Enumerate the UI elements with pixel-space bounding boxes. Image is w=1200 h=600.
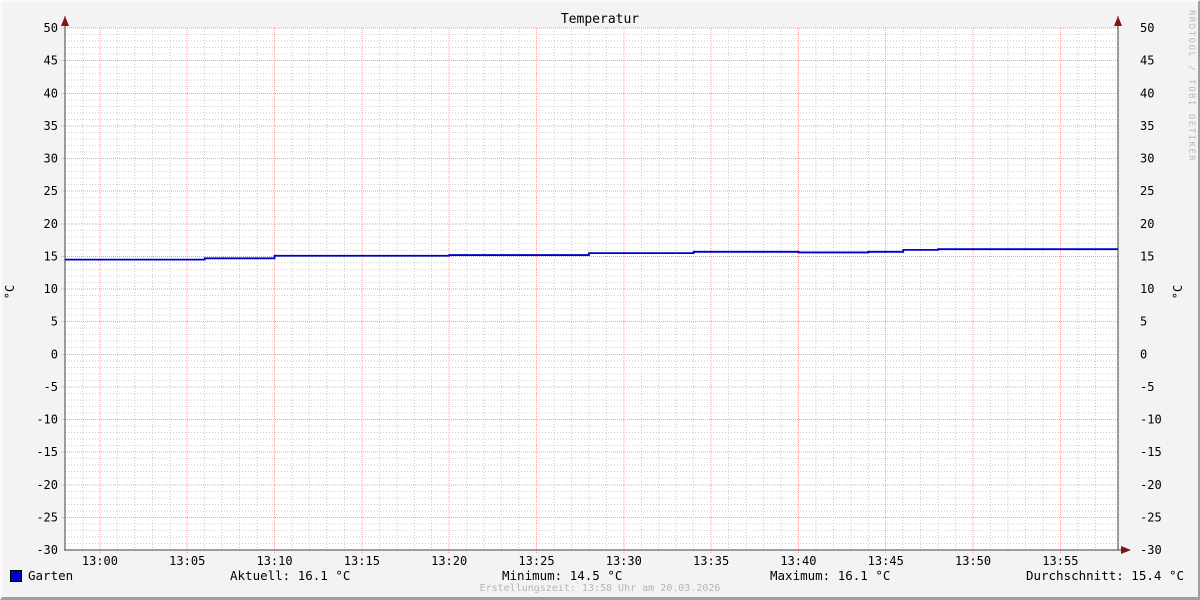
svg-text:-30: -30 [1140, 543, 1162, 557]
svg-text:20: 20 [1140, 217, 1154, 231]
svg-text:-5: -5 [1140, 380, 1154, 394]
svg-text:25: 25 [1140, 184, 1154, 198]
rrdtool-graph: -30 -30 -25 -25 -20 -20 -15 -15 -10 -10 -5 -5 0 0 5 5 10… [0, 0, 1200, 600]
svg-text:13:30: 13:30 [606, 554, 642, 568]
creation-timestamp: Erstellungszeit: 13:58 Uhr am 20.03.2026 [479, 583, 721, 594]
stat-maximum: Maximum: 16.1 °C [770, 568, 891, 583]
svg-text:15: 15 [1140, 249, 1154, 263]
legend-row: Garten Aktuell: 16.1 °C Minimum: 14.5 °C… [2, 568, 1198, 584]
svg-text:13:05: 13:05 [169, 554, 205, 568]
svg-text:-15: -15 [36, 445, 58, 459]
stat-durchschnitt: Durchschnitt: 15.4 °C [1025, 568, 1184, 583]
chart-title: Temperatur [560, 12, 640, 27]
svg-text:13:15: 13:15 [344, 554, 380, 568]
svg-text:40: 40 [1140, 86, 1154, 100]
svg-text:13:10: 13:10 [256, 554, 292, 568]
svg-text:45: 45 [1140, 54, 1154, 68]
svg-text:13:00: 13:00 [82, 554, 118, 568]
svg-text:45: 45 [44, 54, 58, 68]
svg-text:25: 25 [44, 184, 58, 198]
svg-text:13:40: 13:40 [780, 554, 816, 568]
svg-text:10: 10 [44, 282, 58, 296]
svg-text:30: 30 [1140, 152, 1154, 166]
svg-text:10: 10 [1140, 282, 1154, 296]
svg-text:13:55: 13:55 [1042, 554, 1078, 568]
svg-text:13:25: 13:25 [518, 554, 554, 568]
svg-text:20: 20 [44, 217, 58, 231]
svg-text:35: 35 [44, 119, 58, 133]
svg-text:-20: -20 [1140, 478, 1162, 492]
svg-text:30: 30 [44, 152, 58, 166]
svg-text:-10: -10 [1140, 413, 1162, 427]
y-axis-unit-left: °C [3, 284, 17, 300]
stat-aktuell: Aktuell: 16.1 °C [230, 568, 351, 583]
svg-text:35: 35 [1140, 119, 1154, 133]
svg-text:-25: -25 [1140, 510, 1162, 524]
series-color-swatch [10, 570, 22, 582]
svg-text:5: 5 [51, 315, 58, 329]
svg-text:5: 5 [1140, 315, 1147, 329]
svg-text:0: 0 [51, 347, 58, 361]
svg-text:0: 0 [1140, 347, 1147, 361]
svg-text:13:20: 13:20 [431, 554, 467, 568]
y-axis-unit-right: °C [1171, 284, 1185, 300]
svg-text:13:50: 13:50 [955, 554, 991, 568]
chart-plot: -30 -30 -25 -25 -20 -20 -15 -15 -10 -10 -5 -5 0 0 5 5 10… [36, 16, 1162, 568]
svg-text:15: 15 [44, 249, 58, 263]
svg-text:-15: -15 [1140, 445, 1162, 459]
svg-text:-10: -10 [36, 413, 58, 427]
svg-text:13:45: 13:45 [868, 554, 904, 568]
rrdtool-watermark: RRDTOOL / TOBI OETIKER [1186, 10, 1196, 163]
svg-text:-30: -30 [36, 543, 58, 557]
x-axis-labels: 13:00 13:05 13:10 13:15 13:20 13:25 13:30 13:35… [82, 554, 1079, 568]
svg-text:-20: -20 [36, 478, 58, 492]
series-name-label: Garten [28, 568, 74, 583]
svg-text:13:35: 13:35 [693, 554, 729, 568]
svg-text:-25: -25 [36, 510, 58, 524]
svg-text:-5: -5 [44, 380, 58, 394]
stat-minimum: Minimum: 14.5 °C [502, 568, 623, 583]
svg-text:40: 40 [44, 86, 58, 100]
